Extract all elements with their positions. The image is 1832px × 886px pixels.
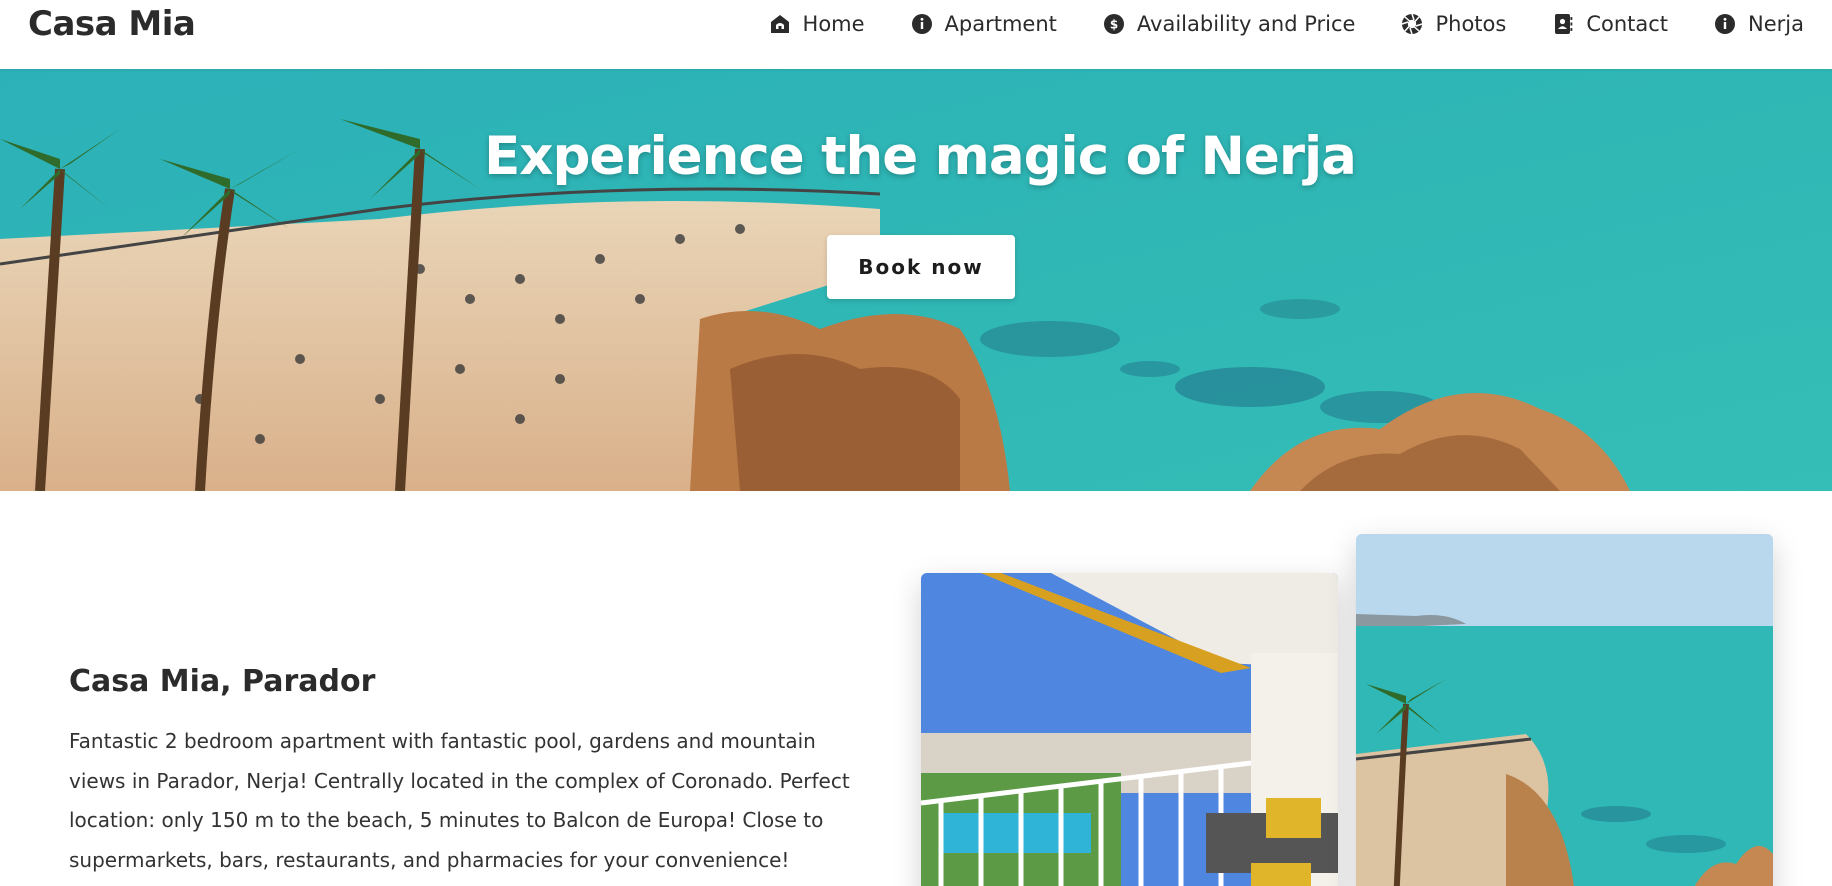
book-now-button[interactable]: Book now (827, 235, 1015, 299)
nav-home[interactable]: Home (769, 12, 865, 36)
about-title: Casa Mia, Parador (69, 664, 376, 699)
info-icon (1714, 13, 1736, 35)
nav-home-label: Home (802, 11, 865, 36)
hero-title: Experience the magic of Nerja (484, 126, 1357, 187)
site-header: Casa Mia Home Apartment $ Availability a… (0, 0, 1832, 69)
balcony-pool-photo[interactable] (921, 573, 1338, 886)
nav-apartment-label: Apartment (944, 11, 1057, 36)
nav-photos-label: Photos (1435, 11, 1507, 36)
svg-text:$: $ (1110, 17, 1118, 31)
balcony-pool-image (921, 573, 1338, 886)
nav-photos[interactable]: Photos (1401, 12, 1506, 36)
nav-contact-label: Contact (1586, 11, 1669, 36)
aperture-icon (1401, 13, 1423, 35)
nav-contact[interactable]: Contact (1552, 12, 1668, 36)
dollar-icon: $ (1103, 13, 1125, 35)
home-icon (769, 13, 791, 35)
contact-book-icon (1552, 13, 1574, 35)
about-description: Fantastic 2 bedroom apartment with fanta… (69, 729, 850, 872)
brand-logo[interactable]: Casa Mia (28, 4, 196, 44)
nav-availability-label: Availability and Price (1136, 11, 1356, 36)
nav-nerja-label: Nerja (1748, 11, 1804, 36)
hero-banner: Experience the magic of Nerja Book now (0, 69, 1832, 491)
main-nav: Home Apartment $ Availability and Price … (769, 12, 1804, 36)
nav-availability[interactable]: $ Availability and Price (1103, 11, 1356, 36)
balcon-de-europa-photo[interactable] (1356, 534, 1773, 886)
info-icon (911, 13, 933, 35)
balcon-de-europa-image (1356, 534, 1773, 886)
nav-nerja[interactable]: Nerja (1714, 12, 1804, 36)
nav-apartment[interactable]: Apartment (911, 12, 1057, 36)
